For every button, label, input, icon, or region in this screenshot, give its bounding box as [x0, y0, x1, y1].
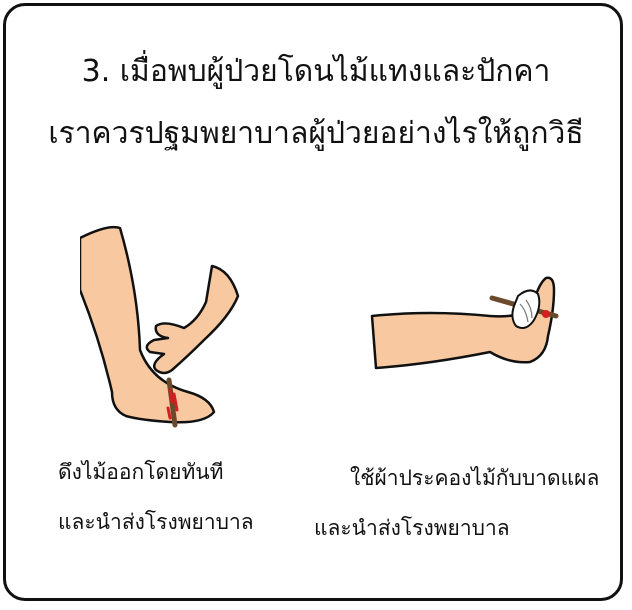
hand-left: [145, 264, 240, 375]
option-1-line-1: ดึงไม้ออกโดยทันที: [58, 460, 224, 484]
option-1-line-2: และนำส่งโรงพยาบาล: [58, 510, 254, 534]
stabilize-stick-illustration[interactable]: [370, 270, 570, 380]
pull-out-stick-illustration[interactable]: [80, 220, 260, 430]
blood-right: [542, 310, 550, 318]
option-2-line-2: และนำส่งโรงพยาบาล: [314, 516, 510, 540]
question-line-1: 3. เมื่อพบผู้ป่วยโดนไม้แทงและปักคา: [81, 54, 551, 89]
question-line-2: เราควรปฐมพยาบาลผู้ป่วยอย่างไรให้ถูกวิธี: [48, 116, 584, 151]
option-2-line-1: ใช้ผ้าประคองไม้กับบาดแผล: [350, 466, 600, 490]
